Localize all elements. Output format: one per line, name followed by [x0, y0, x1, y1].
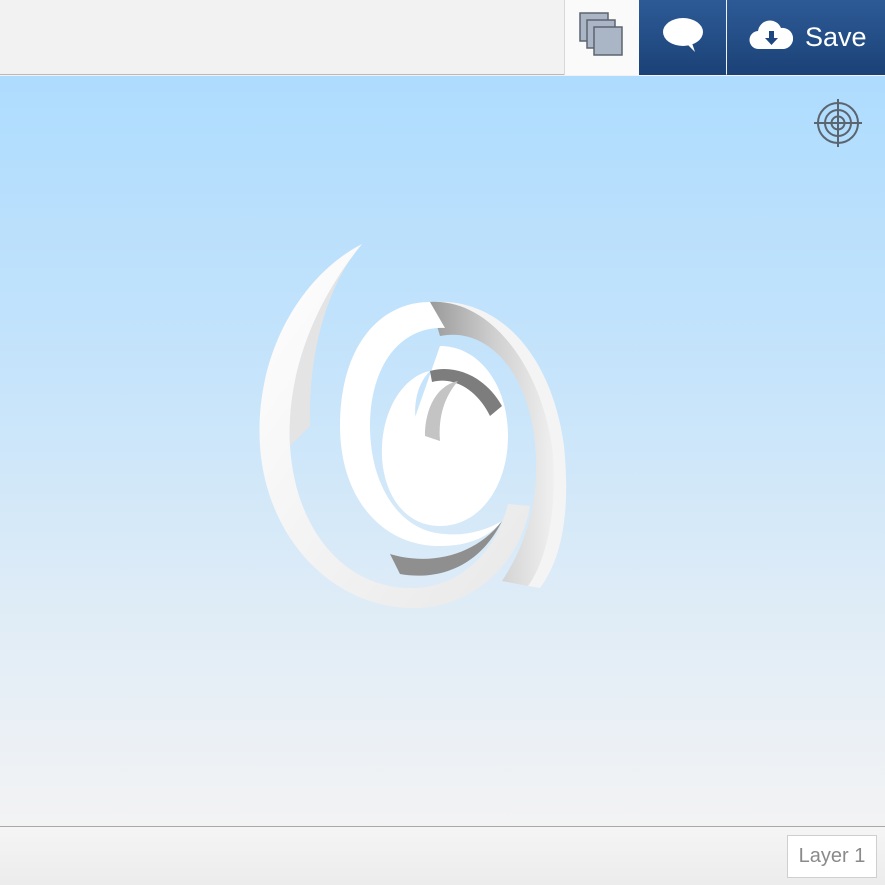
save-button-label: Save — [805, 22, 867, 52]
cloud-download-icon — [749, 19, 794, 56]
layers-button[interactable] — [564, 0, 639, 75]
spiral-3d-model[interactable] — [240, 236, 580, 616]
save-button[interactable]: Save — [727, 0, 885, 75]
bottom-status-bar: Layer 1 — [0, 826, 885, 885]
layers-icon — [578, 11, 626, 64]
comments-button[interactable] — [639, 0, 726, 75]
3d-viewport[interactable] — [0, 76, 885, 826]
crosshair-target-icon[interactable] — [813, 98, 863, 148]
layer-selector[interactable]: Layer 1 — [787, 835, 877, 878]
top-toolbar: Save — [0, 0, 885, 75]
comment-icon — [661, 16, 705, 59]
